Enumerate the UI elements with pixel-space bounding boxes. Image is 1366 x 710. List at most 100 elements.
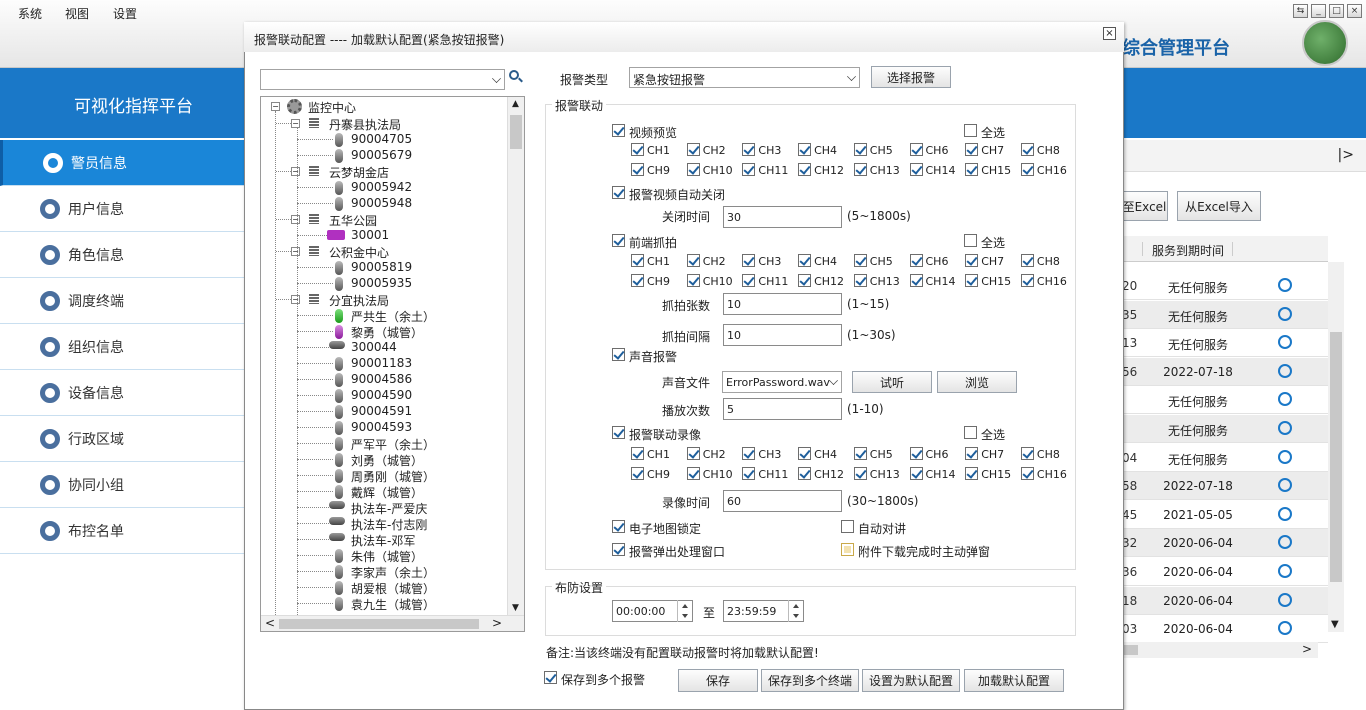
tree-vscroll[interactable]: ▲ ▼: [507, 97, 524, 615]
search-icon[interactable]: [509, 70, 523, 84]
load-default-button[interactable]: 加载默认配置: [964, 669, 1064, 692]
snap-ch-checkbox[interactable]: [742, 254, 756, 267]
tree-device-node[interactable]: 90004705: [351, 132, 412, 146]
record-ch-checkbox[interactable]: [686, 447, 700, 460]
tree-device-node[interactable]: 戴辉（城管）: [351, 484, 423, 501]
snapshot-checkbox[interactable]: [612, 234, 625, 247]
row-action-icon[interactable]: [1278, 564, 1292, 578]
scroll-thumb[interactable]: [1330, 332, 1342, 582]
record-ch-checkbox[interactable]: [742, 447, 756, 460]
record-ch-checkbox[interactable]: [1020, 447, 1034, 460]
record-ch-checkbox[interactable]: [853, 467, 867, 480]
tree-hscroll-thumb[interactable]: [279, 619, 479, 629]
export-excel-button[interactable]: 至Excel: [1122, 191, 1168, 221]
video-ch-checkbox[interactable]: [965, 143, 979, 156]
save-multi-alarm-checkbox[interactable]: [544, 671, 557, 684]
record-ch-checkbox[interactable]: [631, 447, 644, 460]
snap-ch-checkbox[interactable]: [798, 254, 812, 267]
video-ch-checkbox[interactable]: [965, 163, 979, 176]
table-row[interactable]: 03 2020-06-04: [1122, 615, 1328, 644]
snap-ch-checkbox[interactable]: [686, 254, 700, 267]
sidebar-item-devices[interactable]: 设备信息: [0, 370, 245, 416]
record-ch-checkbox[interactable]: [853, 447, 867, 460]
map-lock-checkbox[interactable]: [612, 520, 625, 533]
select-alarm-button[interactable]: 选择报警: [871, 66, 951, 88]
tree-device-node[interactable]: 90004586: [351, 372, 412, 386]
popup-checkbox[interactable]: [612, 543, 625, 556]
table-row[interactable]: 无任何服务: [1122, 415, 1328, 443]
spin-icon[interactable]: [788, 600, 803, 622]
sidebar-item-users[interactable]: 用户信息: [0, 186, 245, 232]
table-row[interactable]: 35 无任何服务: [1122, 300, 1328, 329]
video-ch-checkbox[interactable]: [631, 163, 644, 176]
tree-scroll-thumb[interactable]: [510, 115, 522, 149]
tree-device-node[interactable]: 严共生（余土）: [351, 308, 435, 325]
row-action-icon[interactable]: [1278, 278, 1292, 292]
set-default-button[interactable]: 设置为默认配置: [862, 669, 960, 692]
snap-ch-checkbox[interactable]: [965, 254, 979, 267]
row-action-icon[interactable]: [1278, 306, 1292, 321]
record-ch-checkbox[interactable]: [742, 467, 756, 480]
record-time-input[interactable]: 60: [723, 490, 842, 512]
tree-device-node[interactable]: 90004590: [351, 388, 412, 402]
snap-ch-checkbox[interactable]: [853, 274, 867, 287]
sound-file-select[interactable]: ErrorPassword.wav: [722, 371, 842, 393]
table-row[interactable]: 36 2020-06-04: [1122, 558, 1328, 586]
tree-device-node[interactable]: 刘勇（城管）: [351, 452, 423, 469]
end-time-input[interactable]: 23:59:59: [723, 600, 804, 622]
row-action-icon[interactable]: [1278, 506, 1292, 521]
table-row[interactable]: 58 2022-07-18: [1122, 472, 1328, 501]
tree-group-node[interactable]: 公积金中心: [329, 244, 389, 261]
sidebar-item-watchlist[interactable]: 布控名单: [0, 508, 245, 554]
collapse-toggle-icon[interactable]: −: [291, 247, 300, 256]
snap-ch-checkbox[interactable]: [686, 274, 700, 287]
table-vscroll[interactable]: ▼: [1328, 262, 1344, 632]
tree-device-node[interactable]: 李家声（余土）: [351, 564, 435, 581]
record-ch-checkbox[interactable]: [798, 467, 812, 480]
tree-device-node[interactable]: 90004593: [351, 420, 412, 434]
tree-root[interactable]: 监控中心: [308, 99, 356, 116]
video-ch-checkbox[interactable]: [686, 163, 700, 176]
tree-device-node[interactable]: 袁九生（城管）: [351, 596, 435, 613]
video-ch-checkbox[interactable]: [631, 143, 644, 156]
tree-device-node[interactable]: 朱伟（城管）: [351, 548, 423, 565]
snap-ch-checkbox[interactable]: [909, 254, 923, 267]
snap-count-input[interactable]: 10: [723, 293, 842, 315]
tree-device-node[interactable]: 执法车-严爱庆: [351, 500, 427, 517]
spin-icon[interactable]: [677, 600, 692, 622]
start-time-input[interactable]: 00:00:00: [612, 600, 693, 622]
tree-group-node[interactable]: 分宜执法局: [329, 292, 389, 309]
tree-device-node[interactable]: 90004591: [351, 404, 412, 418]
import-excel-button[interactable]: 从Excel导入: [1177, 191, 1261, 221]
sidebar-item-dispatch[interactable]: 调度终端: [0, 278, 245, 324]
sidebar-item-region[interactable]: 行政区域: [0, 416, 245, 462]
collapse-toggle-icon[interactable]: −: [291, 167, 300, 176]
tree-device-node[interactable]: 黎勇（城管）: [351, 324, 423, 341]
minimize-icon[interactable]: _: [1311, 4, 1326, 18]
collapse-toggle-icon[interactable]: −: [291, 119, 300, 128]
sidebar-item-roles[interactable]: 角色信息: [0, 232, 245, 278]
row-action-icon[interactable]: [1278, 592, 1292, 607]
video-ch-checkbox[interactable]: [798, 143, 812, 156]
video-ch-checkbox[interactable]: [853, 143, 867, 156]
hscroll-thumb[interactable]: [1122, 645, 1138, 655]
tree-group-node[interactable]: 丹寨县执法局: [329, 116, 401, 133]
listen-button[interactable]: 试听: [852, 371, 932, 393]
table-row[interactable]: 56 2022-07-18: [1122, 357, 1328, 386]
snap-ch-checkbox[interactable]: [631, 274, 644, 287]
tree-group-node[interactable]: 云梦胡金店: [329, 164, 389, 181]
scroll-right-icon[interactable]: >: [1302, 642, 1312, 656]
video-ch-checkbox[interactable]: [742, 143, 756, 156]
auto-close-checkbox[interactable]: [612, 186, 625, 199]
snap-ch-checkbox[interactable]: [909, 274, 923, 287]
row-action-icon[interactable]: [1278, 421, 1292, 435]
row-action-icon[interactable]: [1278, 392, 1292, 407]
tree-device-node[interactable]: 严军平（余土）: [351, 436, 435, 453]
row-action-icon[interactable]: [1278, 621, 1292, 636]
snap-ch-checkbox[interactable]: [1020, 274, 1034, 287]
snap-ch-checkbox[interactable]: [853, 254, 867, 267]
play-count-input[interactable]: 5: [723, 398, 842, 420]
row-action-icon[interactable]: [1278, 535, 1292, 550]
video-ch-checkbox[interactable]: [1020, 163, 1034, 176]
table-row[interactable]: 04 无任何服务: [1122, 444, 1328, 472]
